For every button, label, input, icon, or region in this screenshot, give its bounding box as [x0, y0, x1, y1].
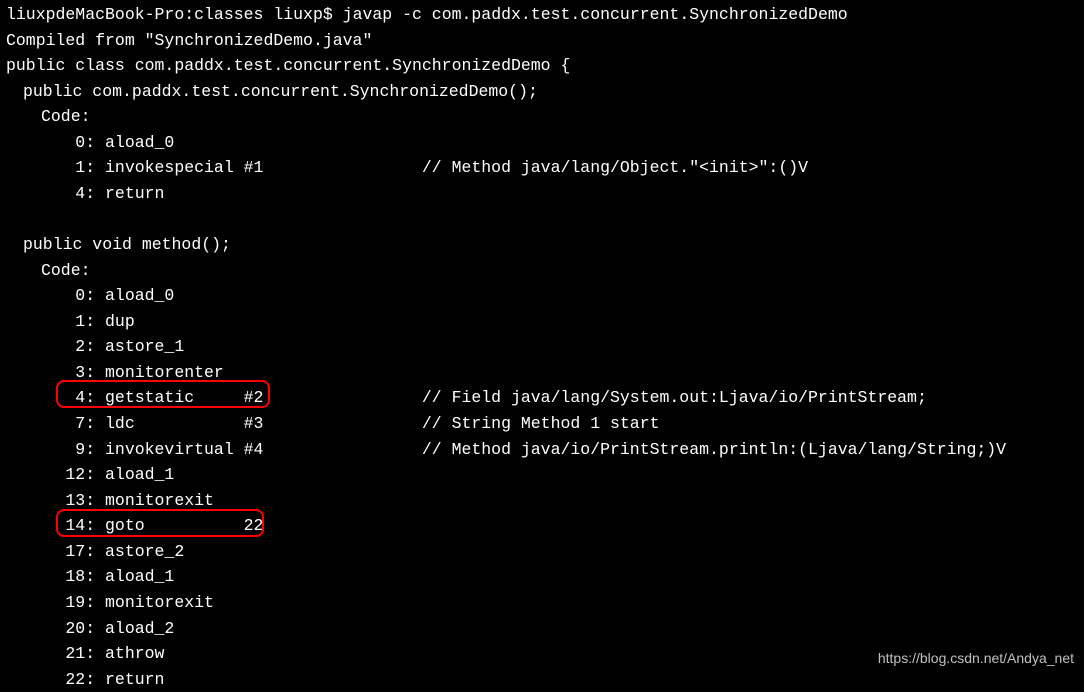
code-label: Code: — [6, 258, 1078, 284]
bytecode-instruction: 17: astore_2 — [6, 539, 1078, 565]
watermark-text: https://blog.csdn.net/Andya_net — [878, 648, 1074, 670]
compiled-from-line: Compiled from "SynchronizedDemo.java" — [6, 28, 1078, 54]
bytecode-instruction: 9: invokevirtual #4 // Method java/io/Pr… — [6, 437, 1078, 463]
bytecode-instruction: 4: return — [6, 181, 1078, 207]
prompt-command: javap -c com.paddx.test.concurrent.Synch… — [343, 5, 848, 24]
bytecode-instruction: 7: ldc #3 // String Method 1 start — [6, 411, 1078, 437]
prompt-host: liuxpdeMacBook-Pro:classes liuxp$ — [6, 5, 333, 24]
bytecode-instruction: 3: monitorenter — [6, 360, 1078, 386]
bytecode-instruction: 12: aload_1 — [6, 462, 1078, 488]
bytecode-instruction: 4: getstatic #2 // Field java/lang/Syste… — [6, 385, 1078, 411]
bytecode-instruction: 22: return — [6, 667, 1078, 692]
constructor-signature: public com.paddx.test.concurrent.Synchro… — [6, 79, 1078, 105]
bytecode-instruction: 0: aload_0 — [6, 283, 1078, 309]
bytecode-instruction: 2: astore_1 — [6, 334, 1078, 360]
constructor-instructions: 0: aload_0 1: invokespecial #1 // Method… — [6, 130, 1078, 207]
bytecode-instruction: 13: monitorexit — [6, 488, 1078, 514]
blank-line — [6, 207, 1078, 233]
bytecode-instruction: 1: dup — [6, 309, 1078, 335]
bytecode-instruction: 14: goto 22 — [6, 513, 1078, 539]
class-declaration: public class com.paddx.test.concurrent.S… — [6, 53, 1078, 79]
bytecode-instruction: 1: invokespecial #1 // Method java/lang/… — [6, 155, 1078, 181]
bytecode-instruction: 20: aload_2 — [6, 616, 1078, 642]
code-label: Code: — [6, 104, 1078, 130]
bytecode-instruction: 0: aload_0 — [6, 130, 1078, 156]
method-instructions: 0: aload_0 1: dup 2: astore_1 3: monitor… — [6, 283, 1078, 692]
bytecode-instruction: 19: monitorexit — [6, 590, 1078, 616]
method-signature: public void method(); — [6, 232, 1078, 258]
bytecode-instruction: 18: aload_1 — [6, 564, 1078, 590]
prompt-line: liuxpdeMacBook-Pro:classes liuxp$ javap … — [6, 2, 1078, 28]
